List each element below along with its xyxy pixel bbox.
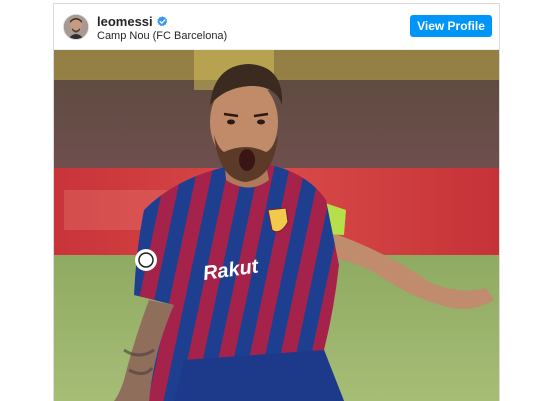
view-profile-button[interactable]: View Profile	[410, 15, 492, 37]
username[interactable]: leomessi	[97, 14, 153, 29]
post-header: leomessi Camp Nou (FC Barcelona) View Pr…	[54, 4, 499, 50]
post-photo[interactable]: Rakut	[54, 50, 499, 401]
photo-image: Rakut	[54, 50, 499, 401]
post-location[interactable]: Camp Nou (FC Barcelona)	[97, 30, 227, 42]
verified-badge-icon	[156, 15, 167, 26]
avatar-image	[64, 15, 88, 39]
avatar[interactable]	[63, 14, 89, 40]
username-row: leomessi	[97, 13, 168, 29]
instagram-post-card: leomessi Camp Nou (FC Barcelona) View Pr…	[53, 3, 500, 401]
